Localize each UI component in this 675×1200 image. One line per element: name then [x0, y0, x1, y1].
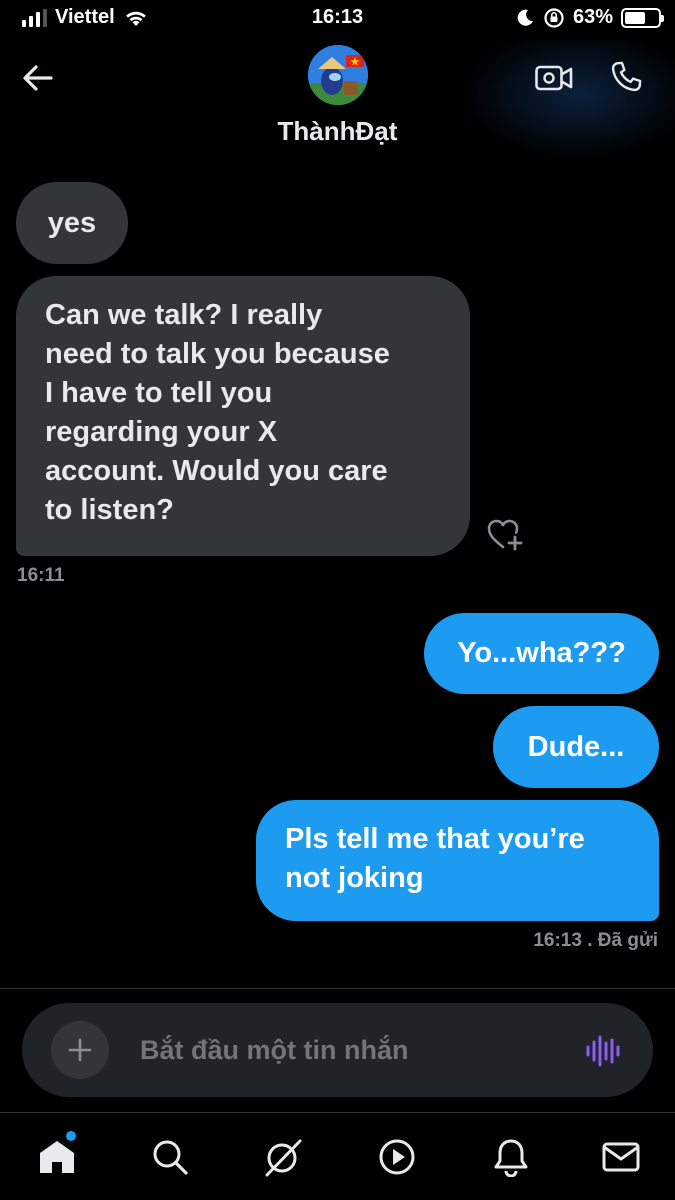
battery-percent: 63%: [572, 6, 613, 28]
message-bubble-sent[interactable]: Pls tell me that you’re not joking: [256, 800, 659, 921]
message-timestamp-sent-status: 16:13 . Đã gửi: [533, 930, 658, 951]
heart-plus-icon: [487, 519, 523, 551]
nav-video[interactable]: [375, 1135, 419, 1179]
message-composer: [22, 1003, 653, 1097]
nav-notifications[interactable]: [489, 1135, 533, 1179]
message-bubble-sent[interactable]: Yo...wha???: [424, 613, 659, 694]
bell-icon: [494, 1139, 528, 1177]
nav-search[interactable]: [148, 1135, 192, 1179]
moon-icon: [517, 9, 533, 26]
add-media-button[interactable]: [51, 1021, 109, 1079]
voice-message-button[interactable]: [584, 1033, 620, 1069]
message-text: Can we talk? I really need to talk you b…: [45, 299, 390, 526]
message-bubble-sent[interactable]: Dude...: [493, 706, 659, 788]
bottom-navigation: [0, 1112, 675, 1200]
message-text: Pls tell me that you’re not joking: [285, 823, 585, 894]
message-text: Yo...wha???: [457, 637, 626, 669]
video-call-icon: [535, 65, 573, 91]
avatar-image: [308, 45, 368, 105]
avatar[interactable]: [308, 45, 368, 105]
grok-icon: [265, 1139, 302, 1177]
contact-name[interactable]: ThànhĐạt: [0, 116, 675, 147]
conversation-header: ThànhĐạt: [0, 40, 675, 165]
back-arrow-icon: [23, 65, 53, 91]
add-reaction-button[interactable]: [486, 517, 526, 553]
status-bar: Viettel 16:13 63%: [0, 0, 675, 40]
battery-icon: [621, 7, 664, 28]
search-icon: [153, 1140, 188, 1175]
message-text: yes: [47, 206, 97, 239]
message-text: Dude...: [527, 730, 625, 763]
status-right: 63%: [515, 6, 664, 29]
rotation-lock-icon: [544, 7, 564, 28]
message-bubble-received[interactable]: Can we talk? I really need to talk you b…: [16, 276, 470, 556]
nav-grok[interactable]: [261, 1135, 305, 1179]
video-call-button[interactable]: [532, 58, 576, 98]
nav-messages[interactable]: [599, 1135, 643, 1179]
message-input[interactable]: [140, 1029, 570, 1071]
home-icon: [40, 1141, 74, 1173]
notification-dot: [65, 1130, 77, 1142]
back-button[interactable]: [18, 58, 58, 98]
mail-icon: [602, 1142, 640, 1172]
message-timestamp: 16:11: [17, 565, 65, 586]
play-circle-icon: [379, 1139, 415, 1175]
nav-home[interactable]: [35, 1130, 79, 1179]
plus-icon: [68, 1038, 92, 1062]
message-bubble-received[interactable]: yes: [16, 182, 128, 264]
phone-icon: [611, 61, 642, 92]
composer-divider: [0, 988, 675, 989]
voice-icon: [586, 1035, 620, 1067]
phone-call-button[interactable]: [604, 56, 648, 98]
